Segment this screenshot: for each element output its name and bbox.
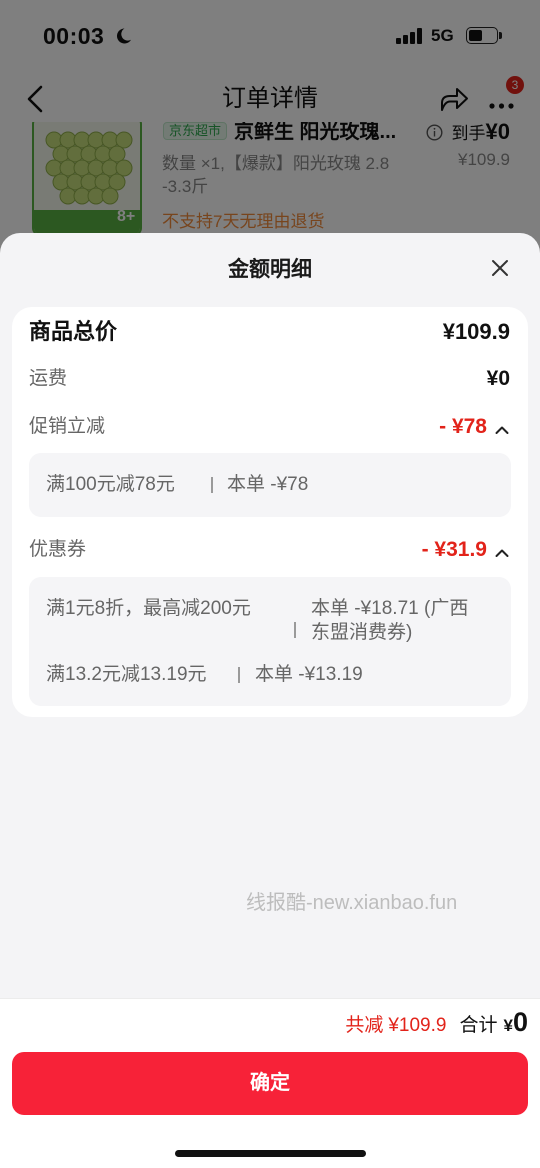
modal-backdrop[interactable]: [0, 0, 540, 260]
watermark: 线报酷-new.xianbao.fun: [246, 892, 458, 914]
coupon-details: 满1元8折，最高减200元 本单 -¥18.71 (广西 东盟消费券) 满13.…: [29, 577, 511, 706]
totals: 共减 ¥109.9 合计 ¥ 0: [345, 1007, 528, 1041]
confirm-button[interactable]: 确定: [12, 1052, 528, 1115]
savings-label: 共减: [345, 1015, 384, 1036]
coupon-rule: 满13.2元减13.19元: [46, 664, 207, 685]
coupon-applied-continued: 东盟消费券): [311, 622, 413, 643]
coupon-applied: 本单 -¥18.71 (广西: [311, 598, 469, 619]
promotion-value[interactable]: - ¥78: [439, 414, 487, 440]
chevron-up-icon[interactable]: [495, 422, 509, 434]
divider: [294, 622, 296, 638]
coupon-value[interactable]: - ¥31.9: [422, 537, 487, 563]
coupon-label[interactable]: 优惠券: [29, 538, 86, 562]
chevron-up-icon[interactable]: [495, 545, 509, 557]
total-currency: ¥: [503, 1016, 513, 1035]
price-breakdown-card: 商品总价 ¥109.9 运费 ¥0 促销立减 - ¥78 满100元减78元 本…: [12, 307, 528, 717]
divider: [211, 477, 213, 493]
coupon-rule: 满1元8折，最高减200元: [46, 598, 251, 619]
divider: [238, 667, 240, 683]
shipping-label: 运费: [29, 368, 68, 389]
promotion-label[interactable]: 促销立减: [29, 415, 105, 439]
promotion-rule: 满100元减78元: [46, 474, 175, 495]
checkout-bar: 共减 ¥109.9 合计 ¥ 0 确定: [0, 998, 540, 1168]
goods-total-value: ¥109.9: [442, 319, 510, 344]
shipping-value: ¥0: [486, 367, 510, 390]
total-amount: 0: [512, 1007, 528, 1037]
close-icon[interactable]: [490, 258, 510, 278]
promotion-details: 满100元减78元 本单 -¥78: [29, 453, 511, 517]
savings-amount: ¥109.9: [388, 1015, 447, 1036]
coupon-applied: 本单 -¥13.19: [255, 664, 363, 685]
promotion-applied: 本单 -¥78: [227, 474, 309, 495]
total-label: 合计: [459, 1015, 498, 1036]
sheet-title: 金额明细: [228, 258, 312, 281]
price-detail-sheet: 金额明细 商品总价 ¥109.9 运费 ¥0 促销立减 - ¥78 满100元减…: [0, 233, 540, 1168]
goods-total-label: 商品总价: [29, 319, 118, 344]
home-indicator[interactable]: [175, 1150, 366, 1157]
